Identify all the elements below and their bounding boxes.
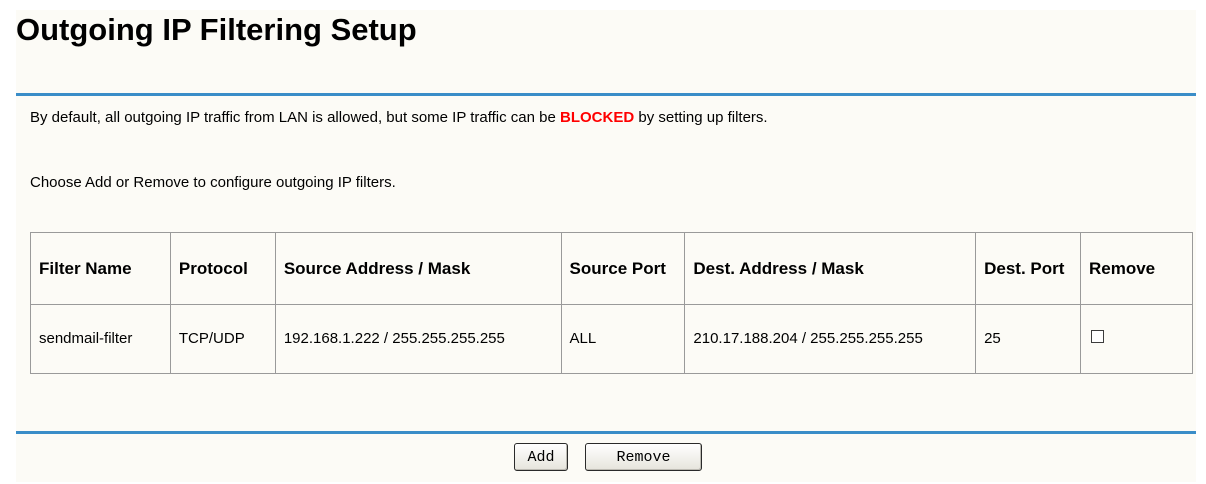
top-divider xyxy=(16,93,1196,96)
intro-text-start: By default, all outgoing IP traffic from… xyxy=(30,109,561,126)
remove-checkbox[interactable] xyxy=(1091,330,1104,343)
cell-protocol: TCP/UDP xyxy=(169,304,276,374)
bottom-divider xyxy=(16,431,1196,434)
remove-button[interactable]: Remove xyxy=(585,443,702,471)
page-title: Outgoing IP Filtering Setup xyxy=(16,12,417,47)
col-header-source-port: Source Port xyxy=(560,232,686,305)
intro-text-end: by setting up filters. xyxy=(634,109,768,126)
table-row: sendmail-filter TCP/UDP 192.168.1.222 / … xyxy=(30,304,1193,374)
cell-dest-port: 25 xyxy=(975,304,1081,374)
add-button[interactable]: Add xyxy=(514,443,568,471)
intro-text: By default, all outgoing IP traffic from… xyxy=(30,109,768,126)
cell-source-port: ALL xyxy=(560,304,686,374)
col-header-source-address: Source Address / Mask xyxy=(274,232,562,305)
cell-dest-address: 210.17.188.204 / 255.255.255.255 xyxy=(684,304,977,374)
cell-filter-name: sendmail-filter xyxy=(30,304,171,374)
instruction-text: Choose Add or Remove to configure outgoi… xyxy=(30,174,396,191)
col-header-remove: Remove xyxy=(1080,232,1193,305)
col-header-protocol: Protocol xyxy=(169,232,276,305)
table-header-row: Filter Name Protocol Source Address / Ma… xyxy=(30,232,1193,305)
col-header-filter-name: Filter Name xyxy=(30,232,171,305)
blocked-highlight: BLOCKED xyxy=(560,109,635,126)
col-header-dest-port: Dest. Port xyxy=(975,232,1081,305)
cell-remove xyxy=(1080,304,1193,374)
col-header-dest-address: Dest. Address / Mask xyxy=(684,232,977,305)
filter-table: Filter Name Protocol Source Address / Ma… xyxy=(30,232,1193,374)
cell-source-address: 192.168.1.222 / 255.255.255.255 xyxy=(274,304,562,374)
